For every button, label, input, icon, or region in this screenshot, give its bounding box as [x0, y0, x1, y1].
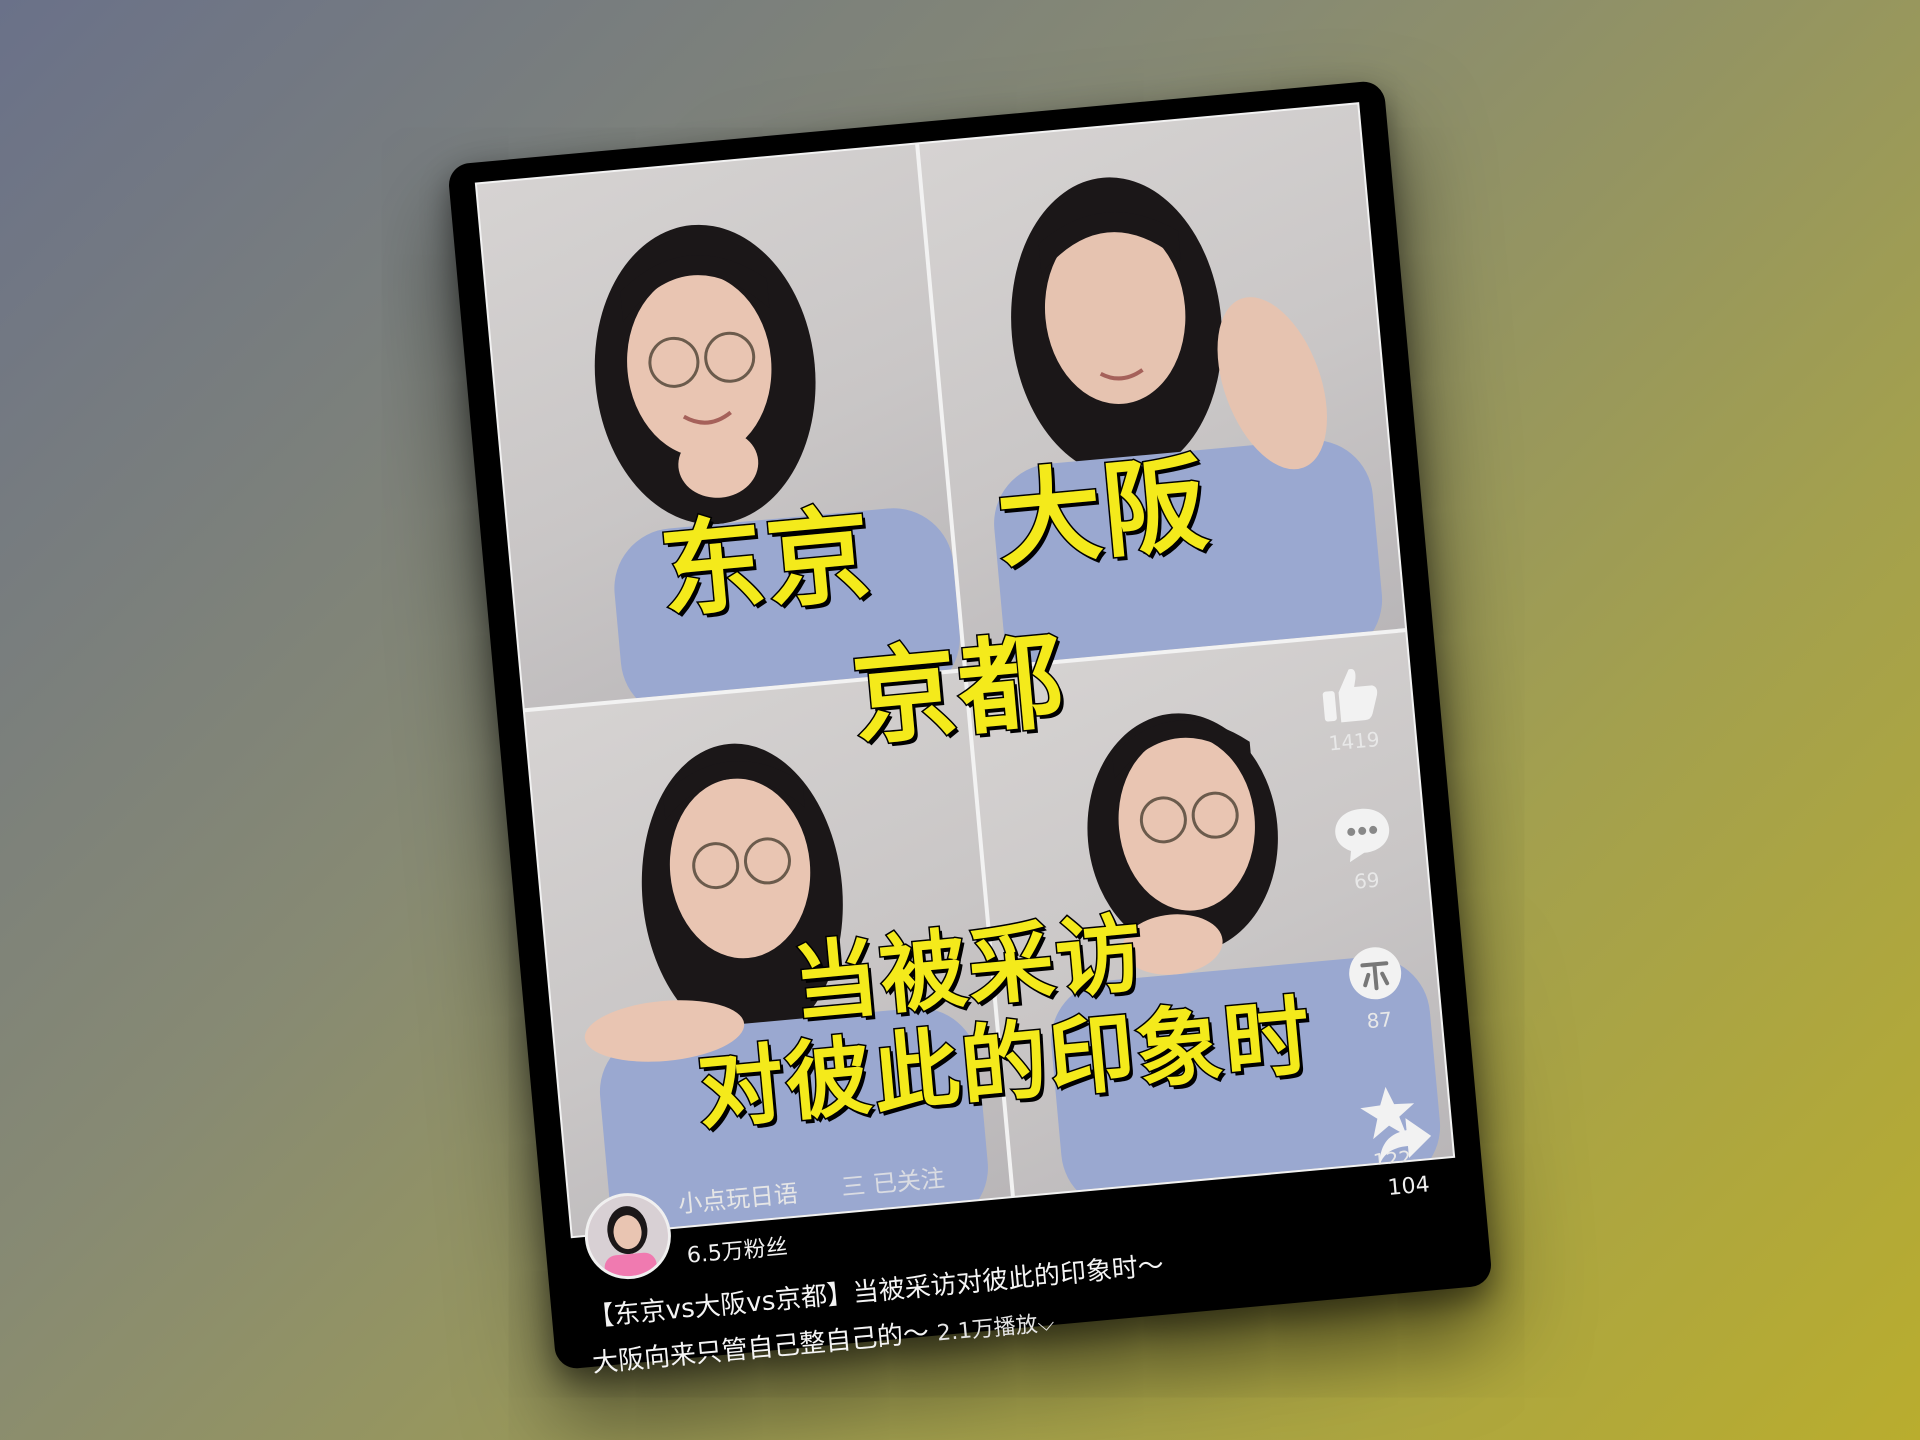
coin-icon	[1349, 947, 1402, 1000]
person-illustration	[994, 177, 1383, 669]
video-player[interactable]: 东京 大阪 京都 当被采访 对彼此的印象时 1419 69 87 122	[474, 102, 1456, 1239]
share-count: 104	[1386, 1172, 1431, 1201]
video-card: 东京 大阪 京都 当被采访 对彼此的印象时 1419 69 87 122 小点玩…	[447, 79, 1493, 1379]
share-arrow-icon	[1379, 1118, 1432, 1165]
play-count-text: 2.1万播放	[935, 1312, 1039, 1347]
chevron-down-icon: ⌵	[1036, 1310, 1056, 1338]
video-panel-top-right	[919, 104, 1406, 669]
caption-tokyo: 东京	[654, 491, 879, 635]
caption-kyoto: 京都	[846, 618, 1071, 762]
caption-osaka: 大阪	[991, 440, 1216, 584]
avatar[interactable]	[581, 1189, 675, 1283]
thumbs-up-icon	[1322, 669, 1378, 723]
fan-count: 6.5万粉丝	[685, 1234, 789, 1269]
share-button[interactable]: 104	[1357, 1110, 1454, 1203]
play-count[interactable]: 2.1万播放⌵	[936, 1311, 1055, 1347]
comment-bubble-icon	[1335, 808, 1390, 863]
avatar-image	[584, 1192, 672, 1283]
coin-button[interactable]: 87	[1328, 940, 1426, 1036]
comment-button[interactable]: 69	[1315, 801, 1413, 897]
like-button[interactable]: 1419	[1302, 661, 1400, 757]
